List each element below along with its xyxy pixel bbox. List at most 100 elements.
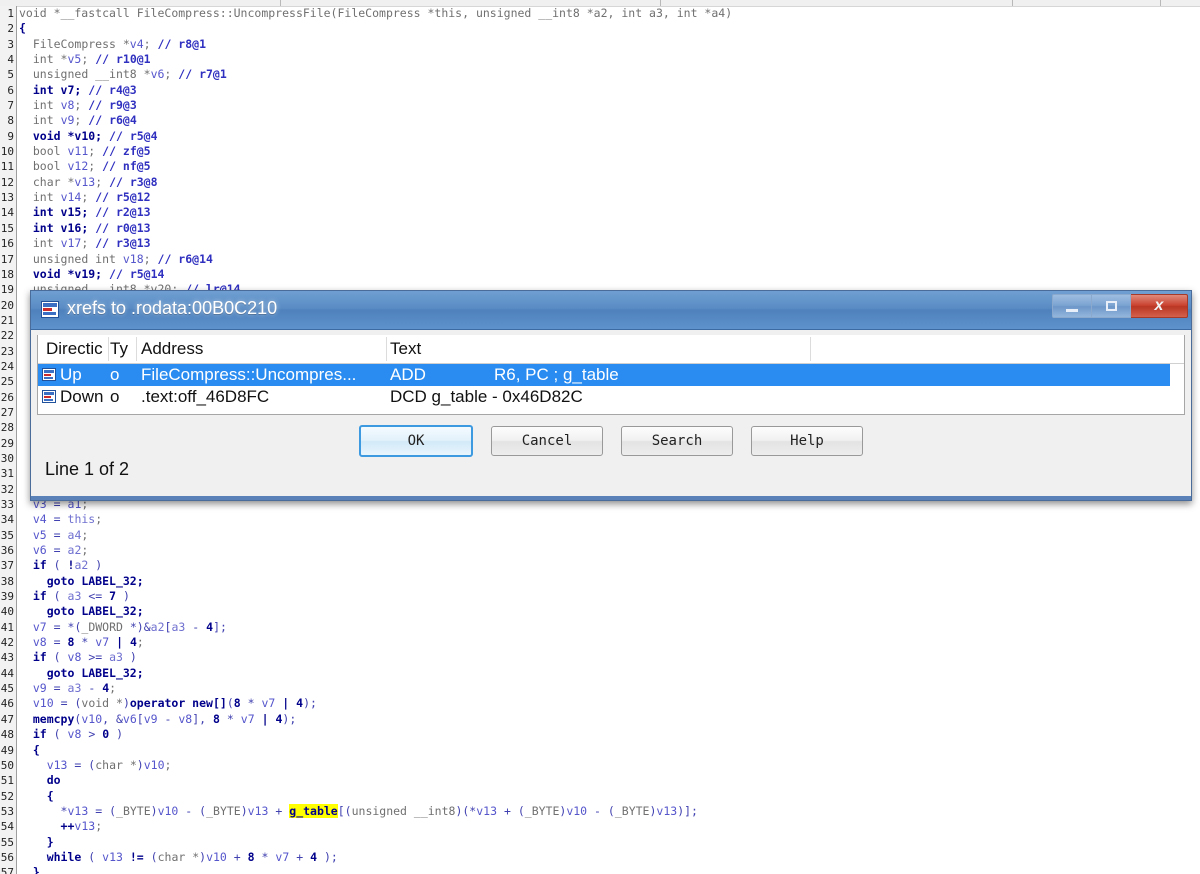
- xrefs-column-headers[interactable]: Directic Ty Address Text: [38, 335, 1184, 364]
- code-line[interactable]: 51 do: [0, 773, 1200, 788]
- code-line-text: }: [32, 865, 40, 874]
- cell-type: o: [110, 387, 120, 406]
- code-line[interactable]: 56 while ( v13 != (char *)v10 + 8 * v7 +…: [0, 850, 1200, 865]
- code-line-text: int v7; // r4@3: [32, 82, 137, 97]
- code-line[interactable]: 8 int v9; // r6@4: [0, 113, 1200, 128]
- code-line-number: 15: [0, 221, 14, 235]
- code-line[interactable]: 55 }: [0, 835, 1200, 850]
- code-line-text: while ( v13 != (char *)v10 + 8 * v7 + 4 …: [46, 849, 338, 864]
- code-line[interactable]: 18 void *v19; // r5@14: [0, 267, 1200, 282]
- minimize-button[interactable]: [1052, 294, 1092, 318]
- code-line-text: void *__fastcall FileCompress::Uncompres…: [19, 6, 733, 20]
- code-line-number: 41: [0, 620, 14, 634]
- code-line-number: 28: [0, 421, 14, 435]
- maximize-button[interactable]: [1092, 294, 1131, 318]
- code-line[interactable]: 36 v6 = a2;: [0, 543, 1200, 558]
- column-separator[interactable]: [108, 337, 109, 361]
- column-separator[interactable]: [386, 337, 387, 361]
- code-line[interactable]: 12 char *v13; // r3@8: [0, 175, 1200, 190]
- code-line[interactable]: 3 FileCompress *v4; // r8@1: [0, 37, 1200, 52]
- code-line[interactable]: 34 v4 = this;: [0, 512, 1200, 527]
- code-line[interactable]: 44 goto LABEL_32;: [0, 666, 1200, 681]
- table-row[interactable]: Down o .text:off_46D8FC DCD g_table - 0x46D…: [38, 386, 1184, 408]
- code-line[interactable]: 49 {: [0, 743, 1200, 758]
- code-line-number: 22: [0, 329, 14, 343]
- code-line-text: int v9; // r6@4: [32, 113, 137, 128]
- ok-button[interactable]: OK: [359, 425, 473, 457]
- code-line[interactable]: 13 int v14; // r5@12: [0, 190, 1200, 205]
- code-line[interactable]: 15 int v16; // r0@13: [0, 221, 1200, 236]
- code-line[interactable]: 48 if ( v8 > 0 ): [0, 727, 1200, 742]
- code-line[interactable]: 35 v5 = a4;: [0, 528, 1200, 543]
- button-label: OK: [407, 433, 425, 449]
- help-button[interactable]: Help: [751, 426, 863, 456]
- code-line[interactable]: 54 ++v13;: [0, 819, 1200, 834]
- code-line[interactable]: 10 bool v11; // zf@5: [0, 144, 1200, 159]
- code-line[interactable]: 52 {: [0, 789, 1200, 804]
- code-line[interactable]: 1 void *__fastcall FileCompress::Uncompre…: [0, 6, 1200, 21]
- code-line[interactable]: 9 void *v10; // r5@4: [0, 129, 1200, 144]
- code-line[interactable]: 2{: [0, 21, 1200, 36]
- column-header-type[interactable]: Ty: [110, 339, 136, 359]
- code-line-number: 54: [0, 820, 14, 834]
- cell-address: .text:off_46D8FC: [141, 387, 270, 406]
- code-line-number: 42: [0, 636, 14, 650]
- code-line-number: 50: [0, 758, 14, 772]
- code-line[interactable]: 14 int v15; // r2@13: [0, 205, 1200, 220]
- column-separator[interactable]: [136, 337, 137, 361]
- code-line[interactable]: 5 unsigned __int8 *v6; // r7@1: [0, 67, 1200, 82]
- dialog-button-row[interactable]: OK Cancel Search Help: [31, 421, 1191, 461]
- code-line[interactable]: 11 bool v12; // nf@5: [0, 159, 1200, 174]
- code-line[interactable]: 6 int v7; // r4@3: [0, 83, 1200, 98]
- column-header-text[interactable]: Text: [390, 339, 810, 359]
- code-line-text: unsigned __int8 *v6; // r7@1: [32, 67, 227, 82]
- column-header-address[interactable]: Address: [141, 339, 386, 359]
- code-line-text: {: [32, 742, 40, 757]
- table-row[interactable]: Up o FileCompress::Uncompres... ADD R6, PC ;…: [38, 364, 1170, 386]
- code-line[interactable]: 42 v8 = 8 * v7 | 4;: [0, 635, 1200, 650]
- code-line-text: v10 = (void *)operator new[](8 * v7 | 4)…: [32, 696, 317, 711]
- code-line-number: 18: [0, 267, 14, 281]
- code-line-text: if ( v8 >= a3 ): [32, 650, 137, 665]
- code-line[interactable]: 37 if ( !a2 ): [0, 558, 1200, 573]
- close-button[interactable]: x: [1131, 294, 1188, 318]
- column-separator[interactable]: [810, 337, 811, 361]
- code-line[interactable]: 40 goto LABEL_32;: [0, 604, 1200, 619]
- window-controls[interactable]: x: [1052, 294, 1188, 319]
- dialog-title-bar[interactable]: xrefs to .rodata:00B0C210 x: [31, 291, 1191, 330]
- column-header-direction[interactable]: Directic: [46, 339, 108, 359]
- xrefs-list[interactable]: Directic Ty Address Text Up o FileCompress::U…: [37, 335, 1185, 415]
- search-button[interactable]: Search: [621, 426, 733, 456]
- xrefs-dialog[interactable]: xrefs to .rodata:00B0C210 x Directic Ty Ad…: [30, 290, 1192, 501]
- cancel-button[interactable]: Cancel: [491, 426, 603, 456]
- xrefs-rows[interactable]: Up o FileCompress::Uncompres... ADD R6, PC ;…: [38, 364, 1184, 408]
- code-line-text: int *v5; // r10@1: [32, 52, 151, 67]
- cell-text-operands: R6, PC ; g_table: [494, 365, 619, 384]
- code-line-number: 44: [0, 666, 14, 680]
- code-line-number: 14: [0, 206, 14, 220]
- cell-type: o: [110, 365, 120, 384]
- code-line-number: 31: [0, 467, 14, 481]
- code-line[interactable]: 46 v10 = (void *)operator new[](8 * v7 |…: [0, 696, 1200, 711]
- code-line-text: v7 = *(_DWORD *)&a2[a3 - 4];: [32, 619, 227, 634]
- code-line-number: 48: [0, 728, 14, 742]
- code-line[interactable]: 7 int v8; // r9@3: [0, 98, 1200, 113]
- code-line-number: 3: [7, 37, 14, 51]
- code-line[interactable]: 4 int *v5; // r10@1: [0, 52, 1200, 67]
- code-line[interactable]: 53 *v13 = (_BYTE)v10 - (_BYTE)v13 + g_ta…: [0, 803, 1200, 819]
- code-line[interactable]: 57 }: [0, 865, 1200, 874]
- code-line-text: FileCompress *v4; // r8@1: [32, 36, 206, 51]
- code-line[interactable]: 17 unsigned int v18; // r6@14: [0, 252, 1200, 267]
- code-line[interactable]: 41 v7 = *(_DWORD *)&a2[a3 - 4];: [0, 620, 1200, 635]
- code-line-text: int v16; // r0@13: [32, 220, 151, 235]
- code-line[interactable]: 47 memcpy(v10, &v6[v9 - v8], 8 * v7 | 4)…: [0, 712, 1200, 727]
- code-line[interactable]: 50 v13 = (char *)v10;: [0, 758, 1200, 773]
- code-line[interactable]: 39 if ( a3 <= 7 ): [0, 589, 1200, 604]
- code-line[interactable]: 45 v9 = a3 - 4;: [0, 681, 1200, 696]
- code-line[interactable]: 16 int v17; // r3@13: [0, 236, 1200, 251]
- code-line-text: {: [46, 788, 54, 803]
- code-line-text: *v13 = (_BYTE)v10 - (_BYTE)v13 + g_table…: [60, 803, 698, 818]
- code-line[interactable]: 43 if ( v8 >= a3 ): [0, 650, 1200, 665]
- maximize-icon: [1106, 301, 1117, 311]
- code-line[interactable]: 38 goto LABEL_32;: [0, 574, 1200, 589]
